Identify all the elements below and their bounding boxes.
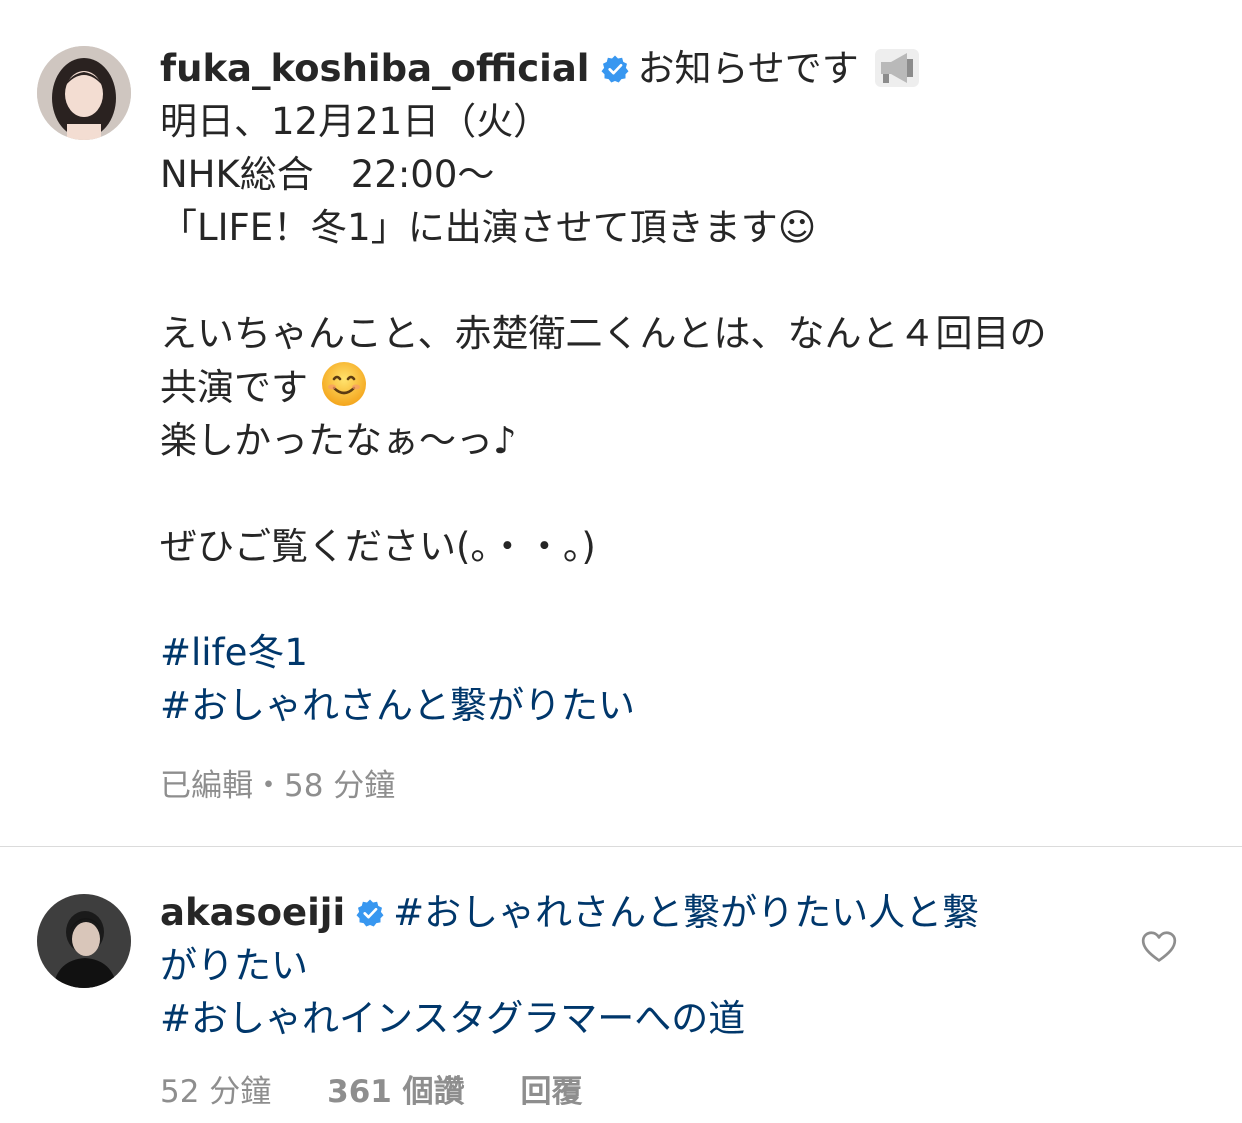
comment-body: akasoeiji #おしゃれさんと繋がりたい人と繋 がりたい #おしゃれインス… <box>160 887 1090 1046</box>
hashtag-link[interactable]: #おしゃれさんと繋がりたい <box>160 679 1200 732</box>
post-author-username[interactable]: fuka_koshiba_official <box>160 47 590 90</box>
comment-first-line: akasoeiji #おしゃれさんと繋がりたい人と繋 <box>160 887 1090 940</box>
hashtag-link[interactable]: がりたい <box>160 940 1090 993</box>
hashtag-link[interactable]: #life冬1 <box>160 626 1200 679</box>
reply-button[interactable]: 回覆 <box>521 1074 583 1110</box>
verified-badge-icon <box>356 899 384 927</box>
verified-badge-icon <box>601 55 628 83</box>
caption-first-line: fuka_koshiba_official お知らせです <box>160 42 1200 95</box>
smiling-face-emoji <box>321 362 366 406</box>
caption-line: 楽しかったなぁ〜っ♪ <box>160 419 517 462</box>
caption-line: 共演です <box>160 366 308 409</box>
hashtag-link[interactable]: #おしゃれさんと繋がりたい人と繋 <box>393 891 979 934</box>
comment-timestamp: 52 分鐘 <box>160 1074 272 1110</box>
commenter-avatar[interactable] <box>37 894 131 988</box>
comment-meta: 52 分鐘 361 個讚 回覆 <box>160 1066 629 1111</box>
caption-line: お知らせです <box>637 47 859 90</box>
caption-line: ぜひご覧ください(。・・。) <box>160 525 596 568</box>
post-author-avatar[interactable] <box>37 46 131 140</box>
megaphone-icon <box>874 49 919 87</box>
commenter-username[interactable]: akasoeiji <box>160 891 345 934</box>
caption-line: NHK総合 22:00～ <box>160 153 495 196</box>
caption-line: えいちゃんこと、赤楚衛二くんとは、なんと４回目の <box>160 312 1047 355</box>
comment-likes-count[interactable]: 361 個讚 <box>327 1074 465 1110</box>
caption-line: 「LIFE！冬1」に出演させて頂きます☺ <box>160 206 817 249</box>
post-caption: fuka_koshiba_official お知らせです 明日、12月21日（火… <box>160 42 1200 732</box>
caption-line-with-emoji: 共演です <box>160 360 1200 414</box>
caption-line: 明日、12月21日（火） <box>160 100 551 143</box>
post-edited-timestamp: 已編輯・58 分鐘 <box>160 768 396 804</box>
hashtag-link[interactable]: #おしゃれインスタグラマーへの道 <box>160 993 1090 1046</box>
heart-outline-icon[interactable] <box>1140 928 1178 966</box>
divider <box>0 846 1242 847</box>
